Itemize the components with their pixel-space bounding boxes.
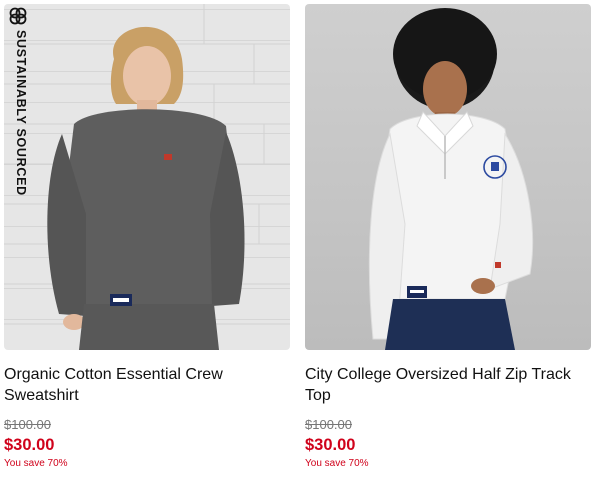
product-image[interactable]: SUSTAINABLY SOURCED	[4, 4, 290, 350]
sale-price: $30.00	[4, 436, 55, 454]
sustainability-logo-icon	[9, 7, 27, 25]
product-photo-white-track-top	[368, 8, 534, 350]
product-title[interactable]: Organic Cotton Essential Crew Sweatshirt	[4, 364, 290, 406]
product-title[interactable]: City College Oversized Half Zip Track To…	[305, 364, 591, 406]
product-card[interactable]: City College Oversized Half Zip Track To…	[305, 4, 591, 471]
product-photo-grey-sweatshirt	[4, 4, 290, 350]
product-card[interactable]: SUSTAINABLY SOURCED Organic Cotton Essen…	[4, 4, 290, 471]
original-price: $100.00	[305, 417, 352, 432]
product-image[interactable]	[305, 4, 591, 350]
original-price: $100.00	[4, 417, 51, 432]
savings-text: You save 70%	[4, 458, 68, 469]
product-grid: SUSTAINABLY SOURCED Organic Cotton Essen…	[0, 0, 600, 480]
sale-price: $30.00	[305, 436, 356, 454]
savings-text: You save 70%	[305, 458, 369, 469]
sustainably-sourced-badge: SUSTAINABLY SOURCED	[14, 30, 28, 196]
